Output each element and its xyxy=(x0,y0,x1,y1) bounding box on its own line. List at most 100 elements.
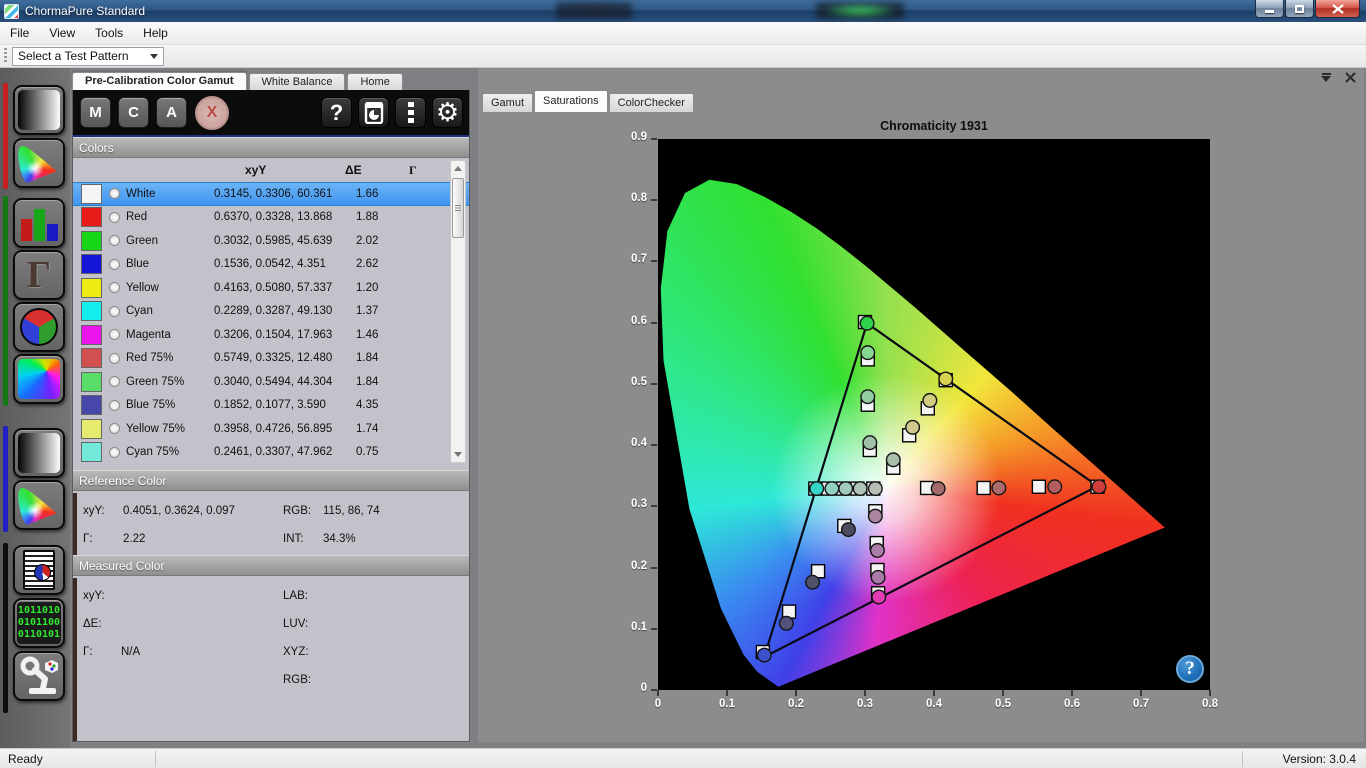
chart-help-button[interactable]: ? xyxy=(1176,655,1204,683)
a-measure-button[interactable]: A xyxy=(156,97,187,128)
x-tick-label: 0.8 xyxy=(1202,698,1218,710)
tab-gamut[interactable]: Gamut xyxy=(482,93,533,112)
sidebar-button-grayscale-2[interactable] xyxy=(13,428,65,478)
row-radio[interactable] xyxy=(109,376,120,387)
table-row-cyan-75-[interactable]: Cyan 75%0.2461, 0.3307, 47.9620.75 xyxy=(73,441,469,465)
titlebar[interactable]: ChormaPure Standard xyxy=(0,0,1366,22)
sidebar-group-bar-red xyxy=(3,83,8,189)
tab-home[interactable]: Home xyxy=(347,73,402,90)
pin-menu-icon[interactable] xyxy=(1321,73,1331,82)
measured-field: Γ:N/A xyxy=(83,646,140,658)
main-area: Γ 101101001011000110101 Pre-Calibr xyxy=(0,68,1366,748)
row-radio[interactable] xyxy=(109,188,120,199)
y-tick-label: 0.4 xyxy=(611,437,647,449)
color-name: Blue xyxy=(126,258,214,270)
chart-title: Chromaticity 1931 xyxy=(658,119,1210,133)
row-radio[interactable] xyxy=(109,306,120,317)
sidebar-button-color-swirl[interactable] xyxy=(13,354,65,404)
menu-help[interactable]: Help xyxy=(133,23,178,43)
table-row-red-75-[interactable]: Red 75%0.5749, 0.3325, 12.4801.84 xyxy=(73,347,469,371)
measured-point xyxy=(1048,480,1062,494)
table-row-blue[interactable]: Blue0.1536, 0.0542, 4.3512.62 xyxy=(73,253,469,277)
row-radio[interactable] xyxy=(109,282,120,293)
table-row-magenta[interactable]: Magenta0.3206, 0.1504, 17.9631.46 xyxy=(73,323,469,347)
reference-field: RGB:115, 86, 74 xyxy=(283,505,380,517)
sidebar-button-cie-gamut-2[interactable] xyxy=(13,480,65,530)
row-radio[interactable] xyxy=(109,400,120,411)
pie-chart-icon xyxy=(34,564,51,581)
menu-view[interactable]: View xyxy=(39,23,85,43)
settings-button[interactable]: ⚙ xyxy=(432,97,463,128)
field-label: xyY: xyxy=(83,505,123,517)
version-text: Version: 3.0.4 xyxy=(1283,752,1356,766)
options-button[interactable] xyxy=(395,97,426,128)
dock-close-icon[interactable] xyxy=(1345,72,1356,83)
minimize-button[interactable] xyxy=(1255,0,1284,18)
field-label: ΔE: xyxy=(83,618,121,630)
meter-settings-button[interactable] xyxy=(358,97,389,128)
table-row-green[interactable]: Green0.3032, 0.5985, 45.6392.02 xyxy=(73,229,469,253)
color-name: Blue 75% xyxy=(126,399,214,411)
sidebar-button-rgb-levels[interactable] xyxy=(13,198,65,248)
scroll-down-arrow[interactable] xyxy=(451,447,465,462)
row-radio[interactable] xyxy=(109,329,120,340)
close-button[interactable] xyxy=(1315,0,1360,18)
chart-tab-strip: GamutSaturationsColorChecker xyxy=(478,90,1364,112)
grayscale-pattern-icon xyxy=(18,90,60,130)
color-swatch xyxy=(81,207,102,227)
table-row-white[interactable]: White0.3145, 0.3306, 60.3611.66 xyxy=(73,182,469,206)
m-measure-button[interactable]: M xyxy=(80,97,111,128)
table-row-yellow-75-[interactable]: Yellow 75%0.3958, 0.4726, 56.8951.74 xyxy=(73,417,469,441)
x-tick-label: 0 xyxy=(655,698,661,710)
tab-white-balance[interactable]: White Balance xyxy=(249,73,346,90)
menu-file[interactable]: File xyxy=(0,23,39,43)
sidebar-button-grayscale[interactable] xyxy=(13,85,65,135)
table-row-green-75-[interactable]: Green 75%0.3040, 0.5494, 44.3041.84 xyxy=(73,370,469,394)
table-row-red[interactable]: Red0.6370, 0.3328, 13.8681.88 xyxy=(73,206,469,230)
scroll-up-arrow[interactable] xyxy=(451,161,465,176)
row-radio[interactable] xyxy=(109,423,120,434)
reference-point xyxy=(977,481,990,494)
sidebar-button-binary-data[interactable]: 101101001011000110101 xyxy=(13,598,65,648)
gamma-icon: Γ xyxy=(27,255,51,295)
c-measure-button[interactable]: C xyxy=(118,97,149,128)
tab-colorchecker[interactable]: ColorChecker xyxy=(609,93,694,112)
row-radio[interactable] xyxy=(109,353,120,364)
cancel-measure-button[interactable]: X xyxy=(195,96,229,130)
colors-scrollbar[interactable] xyxy=(450,160,466,463)
measured-point xyxy=(871,571,885,585)
help-button-toolbar[interactable]: ? xyxy=(321,97,352,128)
toolbar-grip[interactable] xyxy=(4,48,7,64)
sidebar-button-meter[interactable] xyxy=(13,651,65,701)
maximize-button[interactable] xyxy=(1285,0,1314,18)
sidebar-button-cie-gamut[interactable] xyxy=(13,138,65,188)
color-dE-value: 1.84 xyxy=(356,352,408,364)
measured-color-header: Measured Color xyxy=(73,555,469,576)
table-row-blue-75-[interactable]: Blue 75%0.1852, 0.1077, 3.5904.35 xyxy=(73,394,469,418)
color-swatch xyxy=(81,184,102,204)
row-radio[interactable] xyxy=(109,259,120,270)
row-radio[interactable] xyxy=(109,235,120,246)
measured-point xyxy=(825,482,839,496)
sidebar-button-report[interactable] xyxy=(13,545,65,595)
color-name: Green xyxy=(126,235,214,247)
row-radio[interactable] xyxy=(109,447,120,458)
x-tick-mark xyxy=(1071,690,1073,696)
tab-pre-calibration-color-gamut[interactable]: Pre-Calibration Color Gamut xyxy=(72,72,247,90)
color-dE-value: 1.66 xyxy=(356,188,408,200)
menu-tools[interactable]: Tools xyxy=(85,23,133,43)
row-radio[interactable] xyxy=(109,212,120,223)
tab-saturations[interactable]: Saturations xyxy=(534,90,608,112)
sidebar-button-gamma[interactable]: Γ xyxy=(13,250,65,300)
field-label: Γ: xyxy=(83,533,123,545)
app-icon xyxy=(4,4,19,19)
status-separator xyxy=(1242,751,1243,767)
scrollbar-thumb[interactable] xyxy=(452,178,464,238)
table-row-cyan[interactable]: Cyan0.2289, 0.3287, 49.1301.37 xyxy=(73,300,469,324)
cie-gamut-icon xyxy=(18,485,60,525)
color-xyY-value: 0.4163, 0.5080, 57.337 xyxy=(214,282,356,294)
menu-bar: FileViewToolsHelp xyxy=(0,22,1366,45)
table-row-yellow[interactable]: Yellow0.4163, 0.5080, 57.3371.20 xyxy=(73,276,469,300)
sidebar-button-color-decoder[interactable] xyxy=(13,302,65,352)
test-pattern-select[interactable]: Select a Test Pattern xyxy=(12,47,164,66)
